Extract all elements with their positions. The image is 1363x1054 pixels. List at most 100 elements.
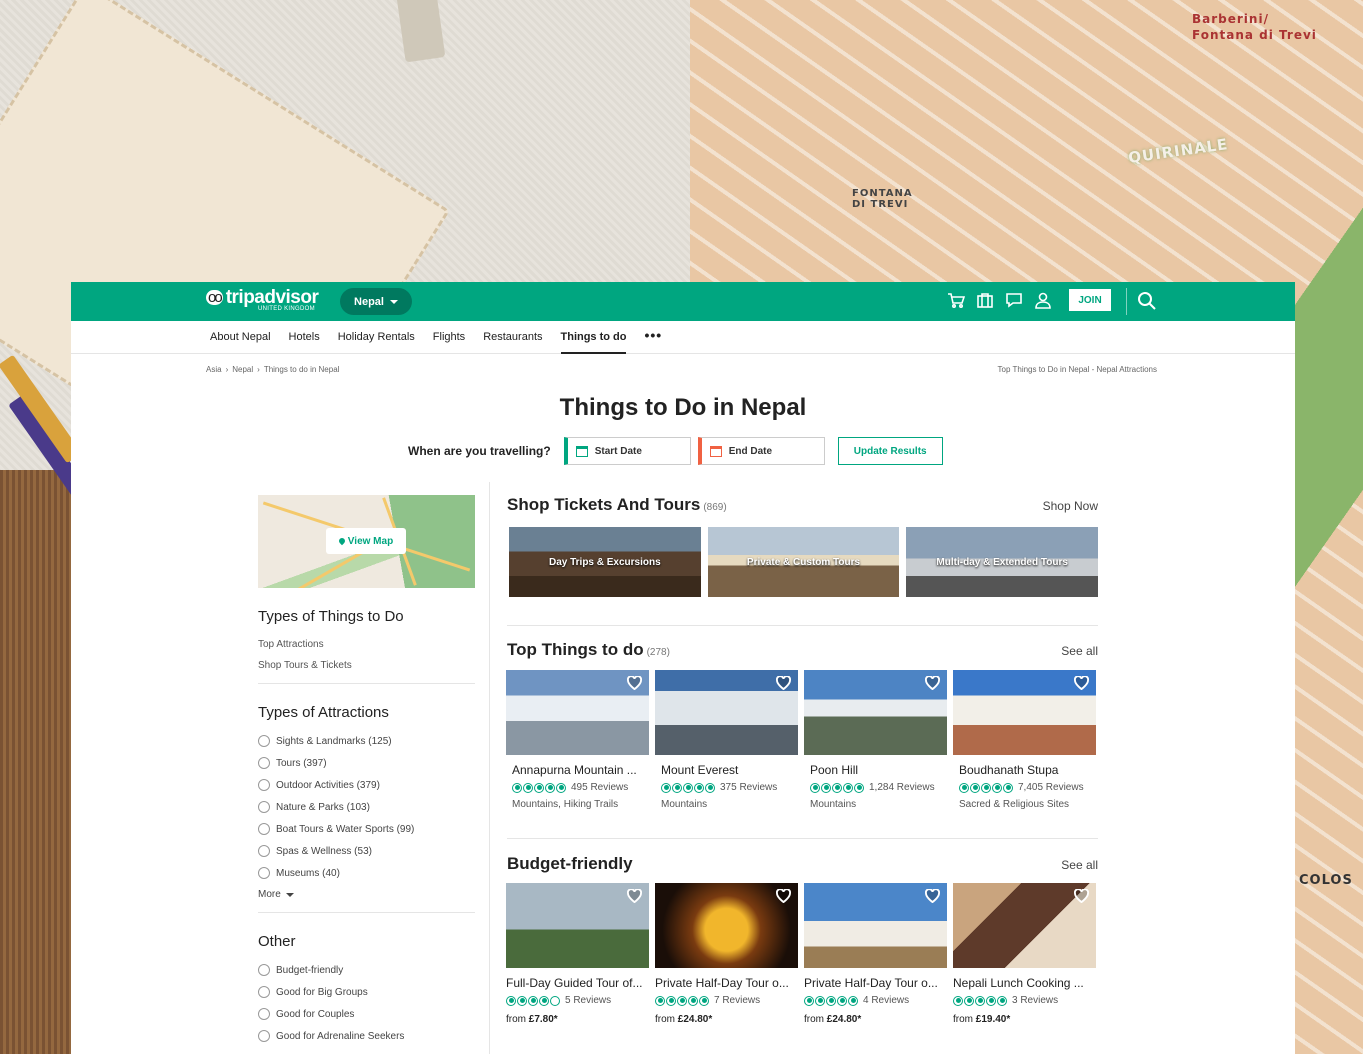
radio-button[interactable] [258,779,270,791]
breadcrumb-item[interactable]: Nepal [232,365,253,374]
price: from £7.80* [506,1014,649,1025]
review-count[interactable]: 3 Reviews [1012,995,1058,1006]
tour-image[interactable] [953,883,1096,968]
card-title[interactable]: Poon Hill [804,763,947,777]
radio-button[interactable] [258,964,270,976]
annapurna-image[interactable] [506,670,649,755]
nav-restaurants[interactable]: Restaurants [483,321,542,354]
tour-image[interactable] [655,883,798,968]
filter-option[interactable]: Good for Big Groups [258,986,475,998]
poon-hill-image[interactable] [804,670,947,755]
tour-card[interactable]: Private Half-Day Tour o... 4 Reviews fro… [804,883,947,1025]
mini-map[interactable]: View Map [258,495,475,588]
price: from £19.40* [953,1014,1096,1025]
filter-option[interactable]: Good for Adrenaline Seekers [258,1030,475,1042]
nav-hotels[interactable]: Hotels [289,321,320,354]
radio-button[interactable] [258,735,270,747]
more-filters-button[interactable]: More [258,889,475,900]
filter-option[interactable]: Nature & Parks (103) [258,801,475,813]
filter-option[interactable]: Boat Tours & Water Sports (99) [258,823,475,835]
geo-selector[interactable]: Nepal [340,288,412,315]
review-count[interactable]: 495 Reviews [571,782,628,793]
filter-option[interactable]: Spas & Wellness (53) [258,845,475,857]
update-results-button[interactable]: Update Results [837,437,943,465]
heart-icon[interactable] [627,888,642,904]
breadcrumb-item[interactable]: Asia [206,365,222,374]
travel-question: When are you travelling? [408,444,551,458]
tour-card[interactable]: Private Half-Day Tour o... 7 Reviews fro… [655,883,798,1025]
tile-multi-day-tours[interactable]: Multi-day & Extended Tours [906,527,1099,597]
nav-holiday-rentals[interactable]: Holiday Rentals [338,321,415,354]
radio-button[interactable] [258,867,270,879]
end-date-field[interactable]: End Date [697,437,825,465]
heart-icon[interactable] [1074,888,1089,904]
map-label: Barberini/ [1192,12,1269,26]
heart-icon[interactable] [925,675,940,691]
rating-bubbles [953,995,1007,1006]
heart-icon[interactable] [776,675,791,691]
filter-option[interactable]: Tours (397) [258,757,475,769]
card-title[interactable]: Boudhanath Stupa [953,763,1096,777]
review-count[interactable]: 4 Reviews [863,995,909,1006]
radio-button[interactable] [258,845,270,857]
heart-icon[interactable] [776,888,791,904]
card-title[interactable]: Private Half-Day Tour o... [655,976,798,990]
briefcase-icon[interactable] [976,291,994,309]
link-top-attractions[interactable]: Top Attractions [258,639,475,650]
cart-icon[interactable] [947,291,966,309]
view-map-button[interactable]: View Map [326,528,406,554]
filter-option[interactable]: Budget-friendly [258,964,475,976]
filter-option[interactable]: Outdoor Activities (379) [258,779,475,791]
shop-now-link[interactable]: Shop Now [1043,499,1098,513]
tour-card[interactable]: Full-Day Guided Tour of... 5 Reviews fro… [506,883,649,1025]
radio-button[interactable] [258,1030,270,1042]
chat-icon[interactable] [1005,291,1023,309]
nav-things-to-do[interactable]: Things to do [560,321,627,354]
tour-image[interactable] [804,883,947,968]
heart-icon[interactable] [627,675,642,691]
user-icon[interactable] [1034,291,1052,309]
card-title[interactable]: Private Half-Day Tour o... [804,976,947,990]
link-shop-tours[interactable]: Shop Tours & Tickets [258,660,475,671]
card-title[interactable]: Mount Everest [655,763,798,777]
attraction-card[interactable]: Mount Everest 375 Reviews Mountains [655,670,798,810]
radio-button[interactable] [258,757,270,769]
heart-icon[interactable] [1074,675,1089,691]
review-count[interactable]: 7,405 Reviews [1018,782,1084,793]
filter-option[interactable]: Museums (40) [258,867,475,879]
card-title[interactable]: Annapurna Mountain ... [506,763,649,777]
start-date-field[interactable]: Start Date [563,437,691,465]
attraction-card[interactable]: Boudhanath Stupa 7,405 Reviews Sacred & … [953,670,1096,810]
nav-about-nepal[interactable]: About Nepal [210,321,271,354]
tour-image[interactable] [506,883,649,968]
radio-button[interactable] [258,823,270,835]
tripadvisor-logo[interactable]: oo tripadvisor UNITED KINGDOM [206,288,319,312]
types-heading: Types of Things to Do [258,608,404,625]
nav-more-icon[interactable]: ••• [644,319,662,352]
attraction-card[interactable]: Annapurna Mountain ... 495 Reviews Mount… [506,670,649,810]
radio-button[interactable] [258,986,270,998]
nav-flights[interactable]: Flights [433,321,465,354]
radio-button[interactable] [258,801,270,813]
join-button[interactable]: JOIN [1069,289,1111,311]
boudhanath-image[interactable] [953,670,1096,755]
tile-day-trips[interactable]: Day Trips & Excursions [509,527,701,597]
tile-private-tours[interactable]: Private & Custom Tours [707,527,900,597]
filter-option[interactable]: Good for Couples [258,1008,475,1020]
heart-icon[interactable] [925,888,940,904]
review-count[interactable]: 375 Reviews [720,782,777,793]
radio-button[interactable] [258,1008,270,1020]
see-all-link[interactable]: See all [1061,858,1098,872]
card-title[interactable]: Nepali Lunch Cooking ... [953,976,1096,990]
review-count[interactable]: 1,284 Reviews [869,782,935,793]
tour-card[interactable]: Nepali Lunch Cooking ... 3 Reviews from … [953,883,1096,1025]
card-title[interactable]: Full-Day Guided Tour of... [506,976,649,990]
review-count[interactable]: 7 Reviews [714,995,760,1006]
search-icon[interactable] [1137,291,1157,311]
attraction-card[interactable]: Poon Hill 1,284 Reviews Mountains [804,670,947,810]
review-count[interactable]: 5 Reviews [565,995,611,1006]
everest-image[interactable] [655,670,798,755]
filter-option[interactable]: Sights & Landmarks (125) [258,735,475,747]
see-all-link[interactable]: See all [1061,644,1098,658]
rating: 7,405 Reviews [953,782,1096,793]
